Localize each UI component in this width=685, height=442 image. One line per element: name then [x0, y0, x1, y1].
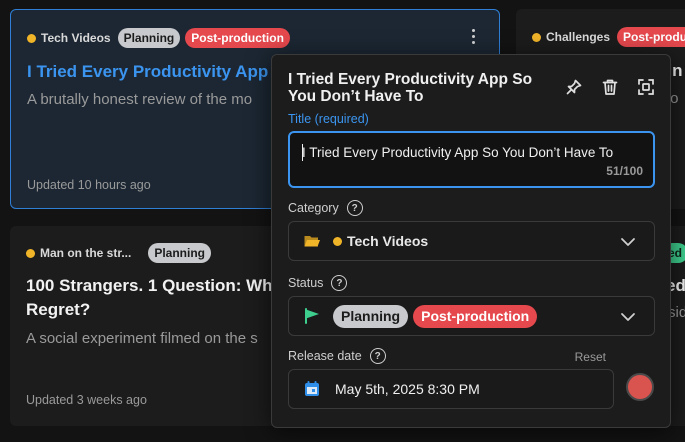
flag-icon [303, 307, 321, 330]
title-field-label: Title (required) [288, 112, 369, 126]
color-swatch[interactable] [626, 373, 654, 401]
help-icon[interactable]: ? [331, 275, 348, 291]
card-header: Challenges Post-produc [532, 27, 685, 47]
expand-icon[interactable] [636, 77, 656, 97]
title-input-value: I Tried Every Productivity App So You Do… [302, 145, 614, 160]
folder-icon [303, 232, 321, 255]
status-badge-planning: Planning [148, 243, 212, 263]
reset-date-link[interactable]: Reset [575, 350, 606, 364]
card-description: A social experiment filmed on the s [26, 330, 258, 347]
release-date-input[interactable]: May 5th, 2025 8:30 PM [288, 369, 614, 409]
help-icon[interactable]: ? [346, 200, 363, 216]
calendar-icon [303, 380, 321, 403]
chevron-down-icon [620, 234, 636, 255]
pin-icon[interactable] [564, 77, 584, 97]
category-label-text: Category [288, 201, 339, 215]
release-date-field-label: Release date ? [288, 348, 386, 364]
status-badge-planning: Planning [333, 304, 409, 328]
card-title-line-2: Regret? [26, 300, 91, 319]
status-badge-planning: Planning [117, 28, 181, 48]
card-header: Man on the str... Planning [26, 243, 212, 263]
category-dot [532, 32, 541, 42]
status-field-label: Status ? [288, 275, 348, 291]
card-title: I Tried Every Productivity App S [27, 62, 285, 81]
status-select[interactable]: Planning Post-production [288, 296, 655, 336]
card-description: A brutally honest review of the mo [27, 91, 253, 108]
modal-actions [564, 77, 656, 97]
help-icon[interactable]: ? [369, 348, 386, 364]
release-date-value: May 5th, 2025 8:30 PM [335, 381, 480, 397]
card-header: Tech Videos Planning Post-production [27, 28, 290, 48]
release-date-label-text: Release date [288, 349, 362, 363]
status-label-text: Status [288, 276, 324, 290]
card-updated: Updated 10 hours ago [27, 178, 151, 192]
category-value: Tech Videos [347, 233, 429, 249]
modal-title: I Tried Every Productivity App So You Do… [288, 71, 533, 105]
category-label: Challenges [546, 30, 611, 44]
category-label: Tech Videos [41, 31, 111, 45]
trash-icon[interactable] [600, 77, 620, 97]
status-badge-post-production: Post-production [185, 28, 290, 48]
card-updated: Updated 3 weeks ago [26, 393, 147, 407]
card-title-line-1: 100 Strangers. 1 Question: Wh [26, 276, 273, 295]
status-badge-post-production: Post-production [413, 304, 538, 328]
category-field-label: Category ? [288, 200, 363, 216]
status-select-values: Planning Post-production [333, 297, 538, 335]
category-dot [26, 248, 35, 258]
edit-video-popover: I Tried Every Productivity App So You Do… [271, 54, 671, 428]
more-options-icon[interactable] [469, 28, 477, 46]
category-dot [27, 33, 36, 43]
character-counter: 51/100 [606, 164, 643, 178]
status-badge-post-production: Post-produc [617, 27, 685, 47]
category-dot [333, 236, 342, 246]
title-input[interactable]: I Tried Every Productivity App So You Do… [288, 131, 655, 188]
chevron-down-icon [620, 309, 636, 330]
category-label: Man on the str... [40, 246, 132, 260]
category-select-value: Tech Videos [333, 222, 428, 260]
category-select[interactable]: Tech Videos [288, 221, 655, 261]
